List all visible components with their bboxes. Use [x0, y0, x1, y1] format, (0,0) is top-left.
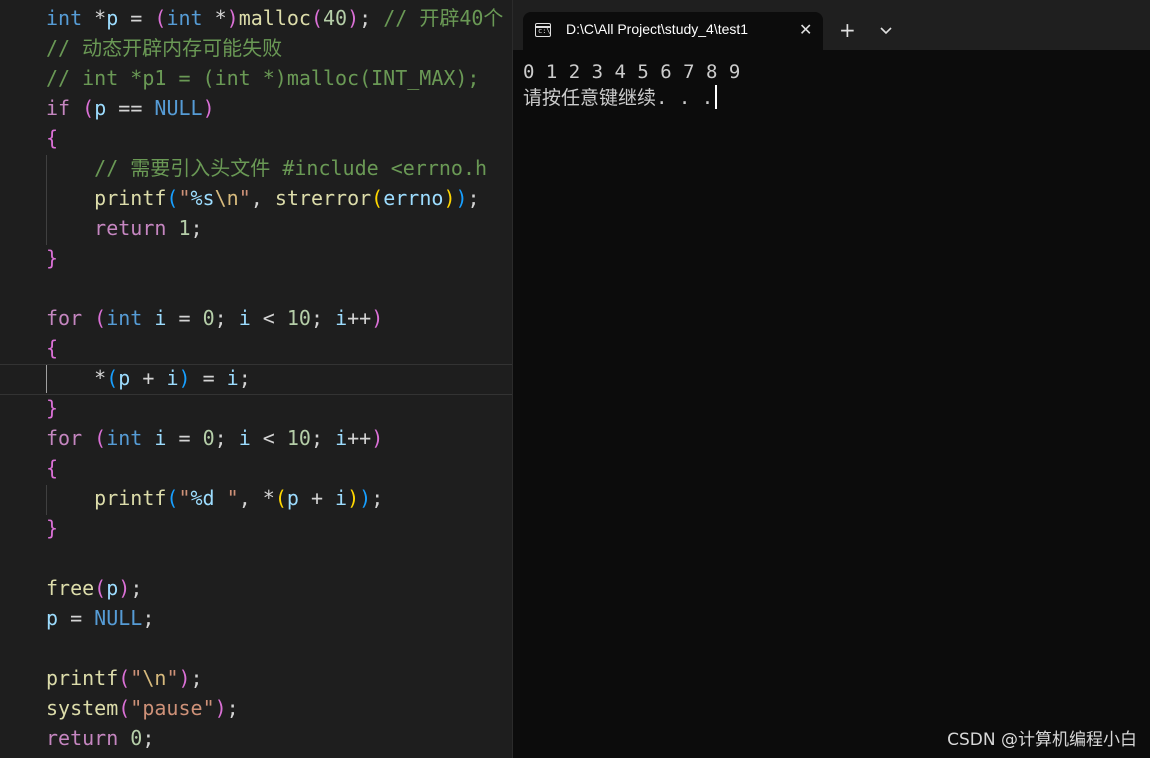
code-line: for (int i = 0; i < 10; i++)	[46, 306, 384, 330]
code-line: printf("%d ", *(p + i));	[94, 486, 384, 510]
terminal-output[interactable]: 0 1 2 3 4 5 6 7 8 9 请按任意键继续. . .	[523, 60, 740, 111]
code-line: }	[46, 396, 59, 420]
code-line: }	[46, 246, 59, 270]
terminal-tab[interactable]: c:\ D:\C\All Project\study_4\test1 ✕	[523, 12, 823, 50]
code-line: {	[46, 126, 59, 150]
code-line: {	[46, 336, 59, 360]
code-line: p = NULL;	[46, 606, 155, 630]
code-line: printf("%s\n", strerror(errno));	[94, 186, 480, 210]
new-tab-button[interactable]: +	[839, 18, 856, 42]
code-editor[interactable]: int *p = (int *)malloc(40); // 开辟40个 // …	[0, 0, 512, 758]
code-line: return 0;	[46, 726, 155, 750]
code-line: // 动态开辟内存可能失败	[46, 36, 283, 60]
tab-title: D:\C\All Project\study_4\test1	[566, 21, 749, 37]
code-line: if (p == NULL)	[46, 96, 215, 120]
terminal-cursor	[715, 85, 718, 109]
code-line: for (int i = 0; i < 10; i++)	[46, 426, 384, 450]
terminal-titlebar[interactable]: c:\ D:\C\All Project\study_4\test1 ✕ +	[513, 0, 1150, 50]
code-line: system("pause");	[46, 696, 239, 720]
code-line: return 1;	[94, 216, 203, 240]
code-line: {	[46, 456, 59, 480]
watermark: CSDN @计算机编程小白	[947, 730, 1137, 750]
chevron-down-icon[interactable]	[873, 18, 899, 44]
code-line: // 需要引入头文件 #include <errno.h	[94, 156, 488, 180]
close-tab-button[interactable]: ✕	[799, 20, 812, 39]
code-line: *(p + i) = i;	[94, 366, 251, 390]
code-line: }	[46, 516, 59, 540]
terminal-window[interactable]: c:\ D:\C\All Project\study_4\test1 ✕ + 0…	[512, 0, 1150, 758]
code-line: free(p);	[46, 576, 143, 600]
output-line: 请按任意键继续. . .	[523, 85, 740, 111]
code-line: int *p = (int *)malloc(40); // 开辟40个	[46, 6, 504, 30]
code-line: printf("\n");	[46, 666, 203, 690]
output-line: 0 1 2 3 4 5 6 7 8 9	[523, 61, 741, 83]
console-icon: c:\	[535, 23, 551, 37]
code-line: // int *p1 = (int *)malloc(INT_MAX);	[46, 66, 480, 90]
